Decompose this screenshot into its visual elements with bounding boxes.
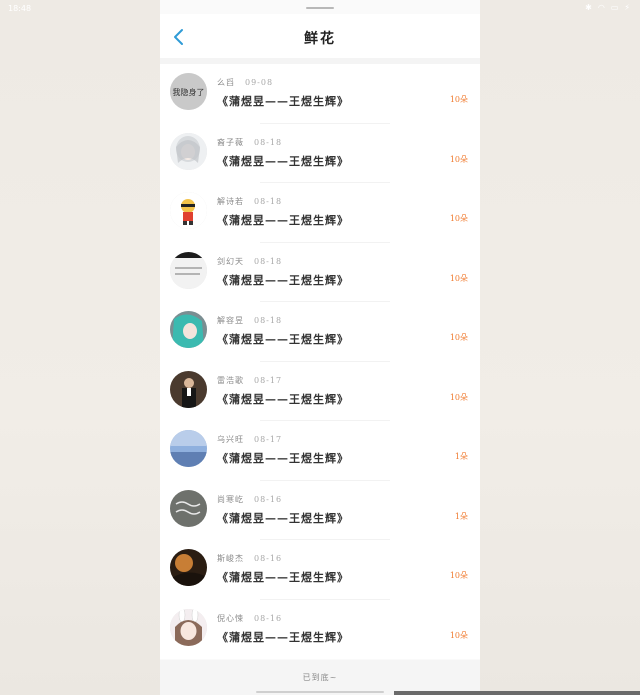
sender-line: 尚寒屹 08-16 — [217, 494, 282, 505]
sender-name: 解容昱 — [217, 316, 244, 325]
flower-count: 1朵 — [454, 452, 468, 461]
flower-count: 10朵 — [449, 95, 468, 104]
background-left — [0, 0, 160, 695]
list-item[interactable]: 乌兴旺 08-17 《蒲煜昱——王煜生辉》 1朵 — [160, 421, 480, 481]
book-title: 《蒲煜昱——王煜生辉》 — [217, 154, 349, 168]
background-right — [480, 0, 640, 695]
page-title: 鲜花 — [304, 31, 336, 47]
sent-date: 08-18 — [254, 316, 283, 325]
flower-count: 10朵 — [449, 273, 468, 283]
list-item[interactable]: 解容昱 08-18 《蒲煜昱——王煜生辉》 10朵 — [160, 302, 480, 362]
sender-line: 乌兴旺 08-17 — [217, 434, 282, 445]
sent-date: 08-16 — [254, 554, 283, 563]
flower-count: 1朵 — [454, 511, 468, 521]
battery-icon: ▭ — [610, 3, 619, 12]
home-indicator[interactable] — [256, 691, 384, 693]
book-title: 《蒲煜昱——王煜生辉》 — [217, 571, 349, 584]
flower-count: 10朵 — [449, 214, 468, 223]
end-of-list-text: 已到底~ — [302, 673, 338, 682]
avatar[interactable] — [170, 192, 207, 229]
sender-name: 裔子薇 — [217, 137, 244, 147]
sent-date: 08-16 — [254, 613, 283, 623]
svg-text:我隐身了: 我隐身了 — [173, 87, 205, 97]
sender-name: 尚寒屹 — [217, 494, 244, 504]
sender-name: 剑幻天 — [217, 256, 244, 266]
book-title: 《蒲煜昱——王煜生辉》 — [217, 630, 349, 644]
sender-line: 剑幻天 08-18 — [217, 256, 282, 267]
sent-date: 08-17 — [254, 435, 283, 444]
flower-count: 10朵 — [449, 392, 468, 402]
sent-date: 08-18 — [254, 256, 283, 266]
bluetooth-icon: ✱ — [585, 3, 592, 12]
avatar[interactable] — [170, 430, 207, 467]
flowers-panel: 鲜花 我隐身了 么舀 09-08 《蒲煜昱——王煜生辉》 10朵 裔子薇 08-18… — [160, 0, 480, 695]
sender-line: 解容昱 08-18 — [217, 315, 282, 326]
flower-count: 10朵 — [449, 333, 468, 342]
sent-date: 08-16 — [254, 494, 283, 504]
list-item[interactable]: 斯峻杰 08-16 《蒲煜昱——王煜生辉》 10朵 — [160, 540, 480, 600]
sender-name: 么舀 — [217, 78, 235, 87]
book-title: 《蒲煜昱——王煜生辉》 — [217, 214, 349, 227]
avatar[interactable] — [170, 608, 207, 646]
charging-icon: ⚡ — [624, 3, 630, 12]
sent-date: 08-18 — [254, 197, 283, 206]
sender-line: 裔子薇 08-18 — [217, 137, 282, 148]
sender-name: 雷浩歌 — [217, 375, 244, 385]
avatar[interactable] — [170, 311, 207, 348]
sent-date: 08-17 — [254, 375, 283, 385]
book-title: 《蒲煜昱——王煜生辉》 — [217, 511, 349, 525]
status-time: 18:48 — [8, 4, 32, 13]
list-item[interactable]: 裔子薇 08-18 《蒲煜昱——王煜生辉》 10朵 — [160, 124, 480, 183]
list-item[interactable]: 解诗若 08-18 《蒲煜昱——王煜生辉》 10朵 — [160, 183, 480, 243]
bottom-strip — [394, 691, 640, 695]
flower-count: 10朵 — [449, 154, 468, 164]
drag-handle[interactable] — [306, 7, 334, 9]
header: 鲜花 — [160, 14, 480, 58]
wifi-icon: ◠ — [597, 3, 605, 12]
list-item[interactable]: 倪心悚 08-16 《蒲煜昱——王煜生辉》 10朵 — [160, 600, 480, 660]
list-item[interactable]: 剑幻天 08-18 《蒲煜昱——王煜生辉》 10朵 — [160, 243, 480, 302]
avatar[interactable] — [170, 370, 207, 408]
book-title: 《蒲煜昱——王煜生辉》 — [217, 452, 349, 465]
avatar[interactable] — [170, 549, 207, 586]
book-title: 《蒲煜昱——王煜生辉》 — [217, 392, 349, 406]
avatar[interactable] — [170, 489, 207, 527]
sent-date: 09-08 — [245, 78, 274, 87]
sent-date: 08-18 — [254, 137, 283, 147]
sender-line: 雷浩歌 08-17 — [217, 375, 282, 386]
list-item[interactable]: 雷浩歌 08-17 《蒲煜昱——王煜生辉》 10朵 — [160, 362, 480, 421]
sender-name: 斯峻杰 — [217, 554, 244, 563]
avatar[interactable] — [170, 132, 207, 170]
sender-line: 倪心悚 08-16 — [217, 613, 282, 624]
gift-list: 我隐身了 么舀 09-08 《蒲煜昱——王煜生辉》 10朵 裔子薇 08-18 《蒲… — [160, 64, 480, 659]
sender-name: 解诗若 — [217, 197, 244, 206]
list-footer: 已到底~ — [160, 660, 480, 695]
sender-line: 斯峻杰 08-16 — [217, 553, 282, 564]
avatar[interactable] — [170, 251, 207, 289]
list-item[interactable]: 尚寒屹 08-16 《蒲煜昱——王煜生辉》 1朵 — [160, 481, 480, 540]
status-icons: ✱ ◠ ▭ ⚡ — [585, 3, 630, 12]
book-title: 《蒲煜昱——王煜生辉》 — [217, 273, 349, 287]
sender-name: 乌兴旺 — [217, 435, 244, 444]
sender-name: 倪心悚 — [217, 613, 244, 623]
sender-line: 解诗若 08-18 — [217, 196, 282, 207]
flower-count: 10朵 — [449, 630, 468, 640]
book-title: 《蒲煜昱——王煜生辉》 — [217, 333, 349, 346]
book-title: 《蒲煜昱——王煜生辉》 — [217, 95, 349, 108]
sender-line: 么舀 09-08 — [217, 77, 273, 88]
flower-count: 10朵 — [449, 571, 468, 580]
avatar[interactable]: 我隐身了 — [170, 73, 207, 110]
list-item[interactable]: 我隐身了 么舀 09-08 《蒲煜昱——王煜生辉》 10朵 — [160, 64, 480, 124]
